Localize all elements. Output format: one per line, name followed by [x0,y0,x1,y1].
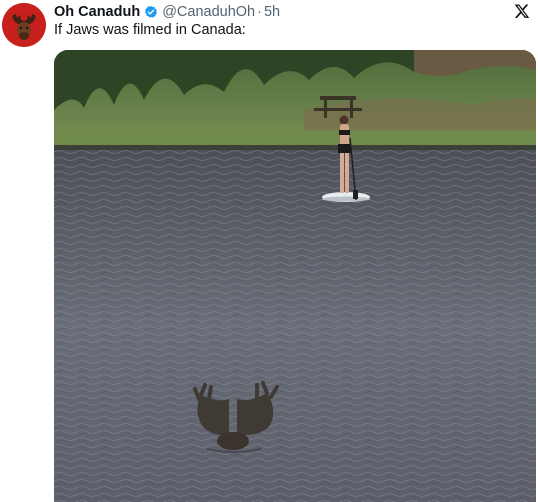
display-name[interactable]: Oh Canaduh [54,4,140,20]
timestamp[interactable]: 5h [264,4,280,20]
lake-moose-photo [54,50,536,502]
separator-dot: · [257,4,262,20]
tweet-header: Oh Canaduh @CanaduhOh · 5h [54,2,280,22]
tweet-text: If Jaws was filmed in Canada: [54,22,246,38]
tweet-media-image[interactable] [54,50,536,502]
verified-badge-icon [144,5,158,19]
moose-avatar-icon [2,3,46,47]
x-logo-icon[interactable] [514,3,530,19]
profile-avatar[interactable] [2,3,46,47]
user-handle[interactable]: @CanaduhOh [162,4,255,20]
